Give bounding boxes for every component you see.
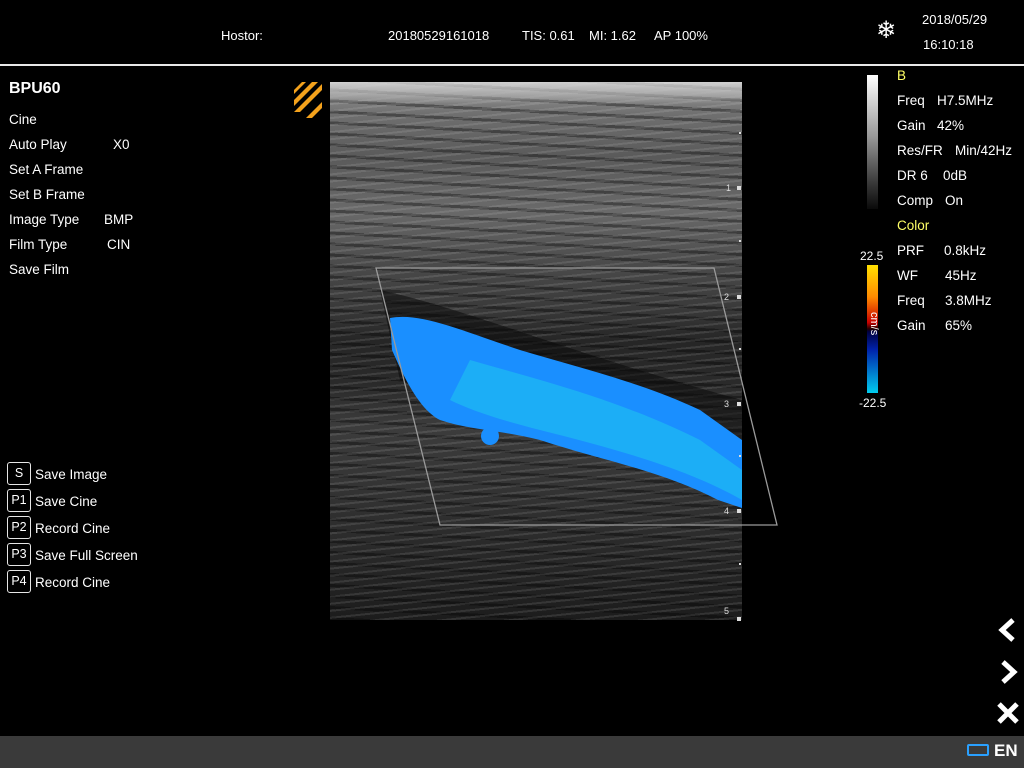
color-freq-label: Freq xyxy=(897,293,925,308)
color-gain-label: Gain xyxy=(897,318,926,333)
b-gain-value: 42% xyxy=(937,118,965,133)
color-title: Color xyxy=(897,218,930,233)
color-bar-min: -22.5 xyxy=(859,396,887,410)
depth-mark-4: 4 xyxy=(724,506,730,516)
color-flow-blob xyxy=(481,427,499,445)
color-freq-value: 3.8MHz xyxy=(945,293,992,308)
orientation-marker-icon xyxy=(294,82,322,118)
dr-label: DR 6 xyxy=(897,168,928,183)
b-mode-title: B xyxy=(897,68,907,83)
language-indicator[interactable]: EN xyxy=(994,741,1018,761)
depth-mark-2: 2 xyxy=(724,292,730,302)
b-freq-value: H7.5MHz xyxy=(937,93,994,108)
dr-value: 0dB xyxy=(943,168,968,183)
depth-mark-5: 5 xyxy=(724,606,730,616)
battery-icon xyxy=(967,744,989,756)
status-bar xyxy=(0,736,1024,768)
b-gain-label: Gain xyxy=(897,118,926,133)
color-bar-unit: cm/s xyxy=(868,312,880,336)
depth-mark-3: 3 xyxy=(724,399,730,409)
res-fr-label: Res/FR xyxy=(897,143,943,158)
close-icon[interactable] xyxy=(995,700,1021,726)
depth-mark-1: 1 xyxy=(726,183,732,193)
wf-label: WF xyxy=(897,268,918,283)
res-fr-value: Min/42Hz xyxy=(955,143,1013,158)
prf-value: 0.8kHz xyxy=(944,243,987,258)
chevron-right-icon[interactable] xyxy=(995,659,1021,685)
b-freq-label: Freq xyxy=(897,93,925,108)
color-bar-max: 22.5 xyxy=(860,249,884,263)
color-gain-value: 65% xyxy=(945,318,973,333)
chevron-left-icon[interactable] xyxy=(995,617,1021,643)
comp-label: Comp xyxy=(897,193,934,208)
wf-value: 45Hz xyxy=(945,268,977,283)
grayscale-bar xyxy=(867,75,878,209)
prf-label: PRF xyxy=(897,243,924,258)
comp-value: On xyxy=(945,193,964,208)
